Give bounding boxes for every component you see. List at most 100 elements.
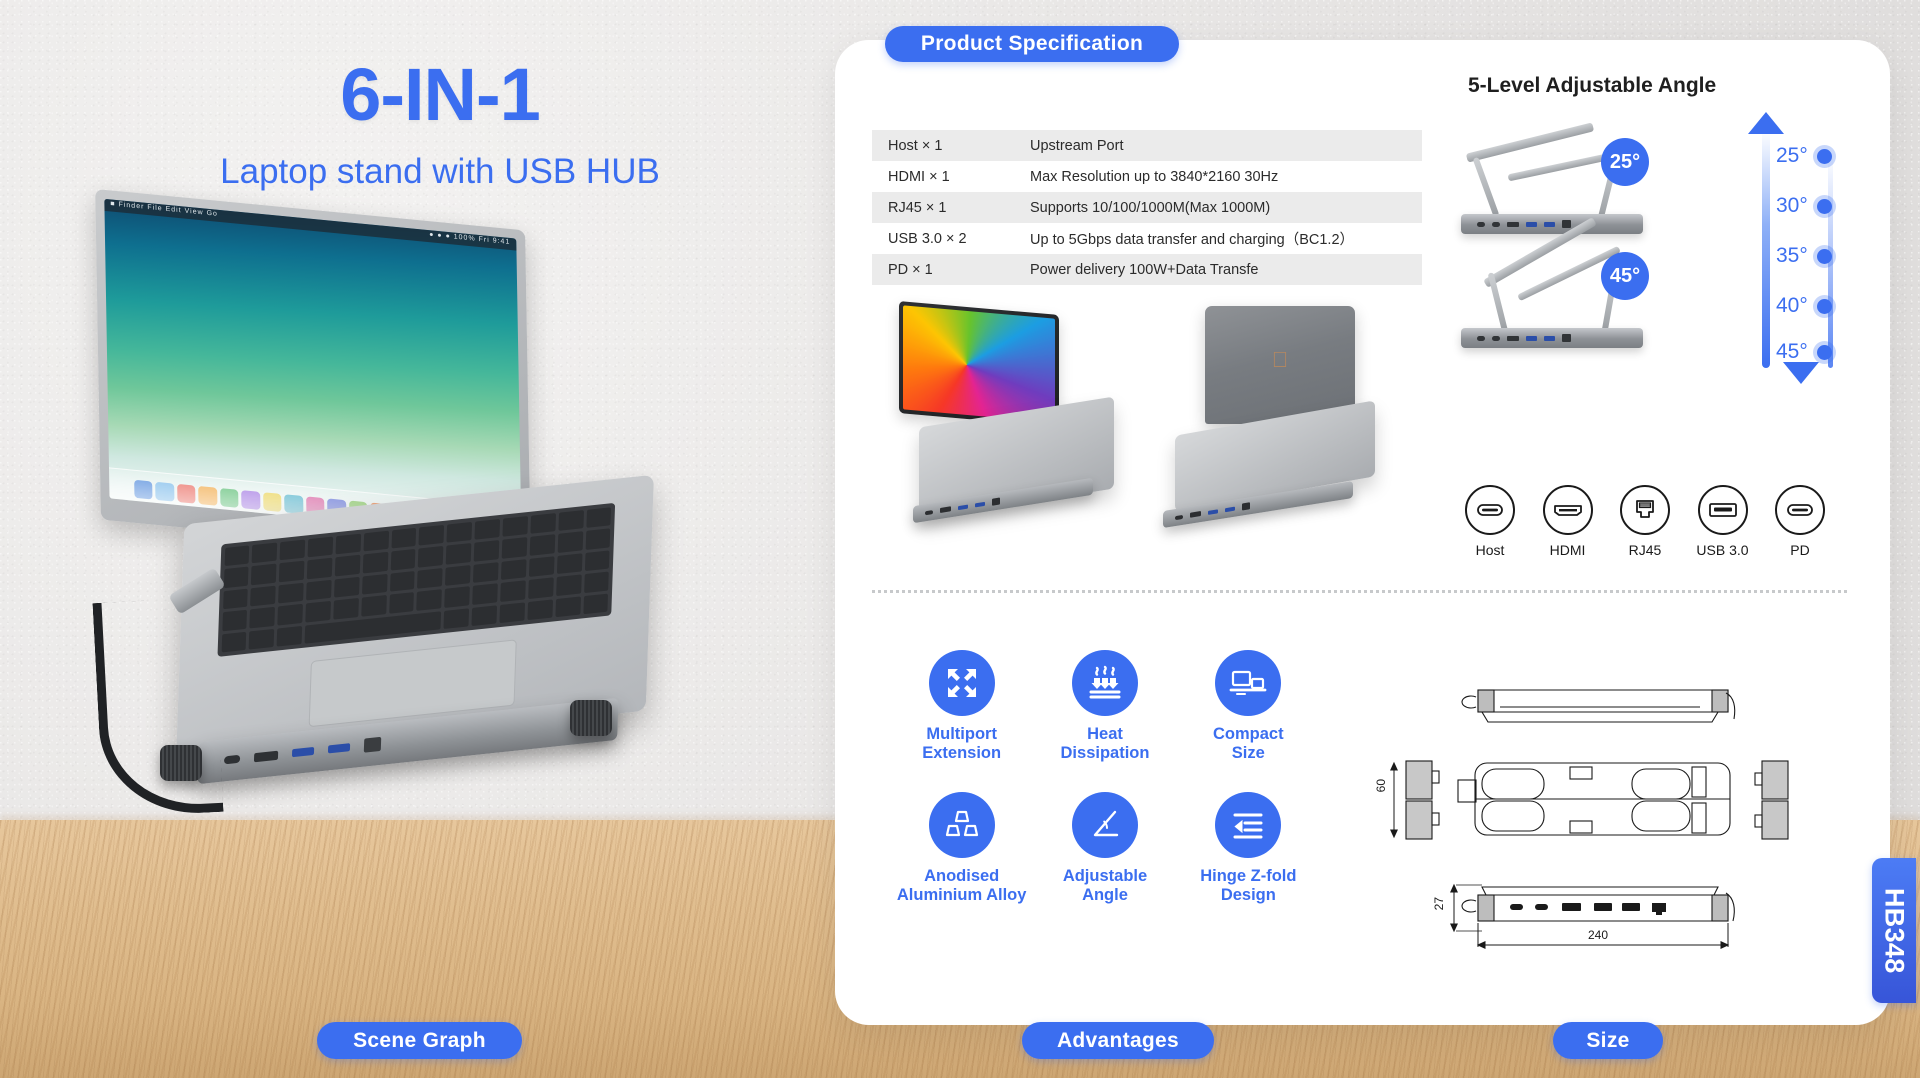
heat-waves-icon [1071, 650, 1138, 716]
badge-model-number: HB348 [1872, 858, 1916, 1003]
table-row: Host × 1 Upstream Port [872, 130, 1422, 161]
card-divider [872, 590, 1847, 593]
rj45-icon [1620, 485, 1670, 535]
scale-level-label: 40° [1776, 294, 1808, 317]
hero-product-photo: ■ Finder File Edit View Go ● ● ● 100% Fr… [70, 188, 730, 840]
arrow-up-icon [1748, 112, 1784, 134]
advantage-label: Compact Size [1213, 725, 1284, 763]
scale-level-3: 40° [1776, 294, 1832, 318]
spec-port-name: RJ45 × 1 [888, 199, 947, 216]
advantage-anodised-aluminium-alloy: Anodised Aluminium Alloy [890, 791, 1033, 906]
spec-port-desc: Up to 5Gbps data transfer and charging（B… [1030, 232, 1355, 248]
dimension-thickness: 27 [1432, 897, 1446, 911]
specification-product-photos:  [875, 300, 1415, 550]
scale-level-dot [1816, 198, 1832, 214]
protractor-icon [1071, 791, 1138, 858]
scale-level-label: 30° [1776, 194, 1808, 217]
spec-port-name: PD × 1 [888, 261, 933, 278]
table-row: USB 3.0 × 2 Up to 5Gbps data transfer an… [872, 223, 1422, 254]
menubar-left-text: ■ Finder File Edit View Go [110, 200, 218, 218]
stand-arm-top-25 [1465, 122, 1595, 163]
scale-level-2: 35° [1776, 244, 1832, 268]
menubar-right-text: ● ● ● 100% Fri 9:41 [429, 231, 511, 247]
table-row: RJ45 × 1 Supports 10/100/1000M(Max 1000M… [872, 192, 1422, 223]
scale-track [1762, 130, 1770, 368]
scale-level-dot [1816, 248, 1832, 264]
spec-port-desc: Power delivery 100W+Data Transfe [1030, 261, 1259, 278]
spec-port-desc: Max Resolution up to 3840*2160 30Hz [1030, 168, 1279, 185]
advantages-grid: Multiport Extension Heat Dissipation Com… [890, 650, 1320, 906]
port-icon-row: Host HDMI RJ45 USB 3.0 PD [1455, 485, 1835, 558]
badge-advantages: Advantages [1022, 1022, 1214, 1059]
port-icon-label: RJ45 [1628, 542, 1662, 558]
port-icon-label: USB 3.0 [1696, 542, 1749, 558]
specification-table: Host × 1 Upstream Port HDMI × 1 Max Reso… [872, 130, 1422, 285]
advantage-label: Adjustable Angle [1062, 866, 1148, 905]
advantage-hinge-z-fold-design: Hinge Z-fold Design [1177, 791, 1320, 906]
hero-title: 6-IN-1 [340, 53, 541, 136]
four-arrows-icon [928, 650, 995, 716]
advantage-label: Hinge Z-fold Design [1200, 866, 1297, 905]
size-drawing-svg [1390, 689, 1789, 949]
usb-c-cable [92, 597, 224, 818]
hdmi-port-icon [253, 750, 279, 762]
scale-level-1: 30° [1776, 194, 1832, 218]
badge-product-specification: Product Specification [885, 26, 1179, 62]
badge-scene-graph: Scene Graph [317, 1022, 522, 1059]
advantage-label: Anodised Aluminium Alloy [896, 866, 1027, 905]
advantage-compact-size: Compact Size [1177, 650, 1320, 764]
usb-c-port-icon [223, 754, 241, 765]
port-icon-pd: PD [1765, 485, 1835, 558]
scale-level-0: 25° [1776, 144, 1832, 168]
scale-level-label: 25° [1776, 144, 1808, 167]
spec-port-desc: Supports 10/100/1000M(Max 1000M) [1030, 199, 1271, 216]
fold-lines-icon [1215, 791, 1282, 858]
size-technical-drawings: 60 27 240 [1370, 645, 1820, 975]
stand-foot-right [570, 700, 612, 736]
laptop-keyboard [217, 502, 616, 658]
scale-level-label: 35° [1776, 244, 1808, 267]
hub-bar-45deg [1461, 328, 1643, 348]
stand-leg-25 [1472, 156, 1500, 218]
photo-laptop-front-screen [903, 305, 1055, 423]
port-icon-usb30: USB 3.0 [1688, 485, 1758, 558]
scale-level-label: 45° [1776, 340, 1808, 363]
usb-a-icon [1697, 485, 1748, 535]
dimension-length: 240 [1588, 928, 1609, 942]
hub-bar-25deg [1461, 214, 1643, 234]
port-icon-label: PD [1790, 542, 1810, 558]
rj45-port-icon [363, 736, 382, 753]
arrow-down-icon [1783, 362, 1819, 384]
advantage-label: Multiport Extension [922, 725, 1002, 763]
scale-level-dot [1816, 344, 1832, 360]
advantage-multiport-extension: Multiport Extension [890, 650, 1033, 764]
advantage-adjustable-angle: Adjustable Angle [1033, 791, 1176, 906]
ingots-icon [928, 791, 995, 858]
port-icon-label: HDMI [1549, 542, 1586, 558]
laptop-screen: ■ Finder File Edit View Go ● ● ● 100% Fr… [104, 198, 522, 539]
port-icon-label: Host [1475, 542, 1505, 558]
apple-logo-icon:  [1272, 347, 1289, 373]
usb-c-icon [1465, 485, 1515, 535]
spec-port-name: Host × 1 [888, 137, 943, 154]
angle-bubble-45: 45° [1601, 252, 1649, 300]
usb-a-port-icon-1 [291, 746, 315, 758]
usb-a-port-icon-2 [327, 743, 351, 754]
angle-level-scale: 25° 30° 35° 40° 45° [1690, 112, 1840, 384]
angle-section-title: 5-Level Adjustable Angle [1468, 74, 1717, 97]
spec-port-desc: Upstream Port [1030, 137, 1124, 154]
spec-port-name: HDMI × 1 [888, 168, 950, 185]
devices-icon [1215, 650, 1282, 716]
advantage-heat-dissipation: Heat Dissipation [1033, 650, 1176, 764]
port-icon-host: Host [1455, 485, 1525, 558]
scale-level-4: 45° [1776, 340, 1832, 364]
dimension-height: 60 [1374, 779, 1388, 793]
hdmi-icon [1542, 485, 1593, 535]
usb-c-icon [1775, 485, 1825, 535]
advantage-label: Heat Dissipation [1060, 725, 1150, 763]
table-row: HDMI × 1 Max Resolution up to 3840*2160 … [872, 161, 1422, 192]
spec-port-name: USB 3.0 × 2 [888, 230, 967, 247]
scale-level-dot [1816, 298, 1832, 314]
port-icon-rj45: RJ45 [1610, 485, 1680, 558]
angle-bubble-25: 25° [1601, 138, 1649, 186]
